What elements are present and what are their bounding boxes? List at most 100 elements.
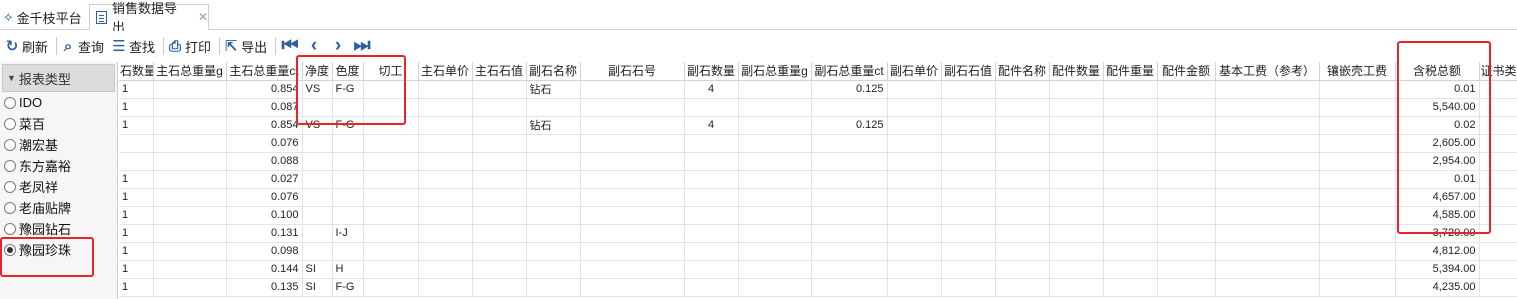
table-cell[interactable] xyxy=(941,152,996,171)
table-row[interactable]: 0.076 2,605.00 xyxy=(119,134,1517,153)
table-cell[interactable] xyxy=(363,170,419,189)
table-cell[interactable] xyxy=(1157,278,1216,297)
table-cell[interactable]: 钻石 xyxy=(526,80,581,99)
table-cell[interactable] xyxy=(1479,278,1517,297)
table-cell[interactable] xyxy=(887,206,942,225)
table-cell[interactable] xyxy=(1157,152,1216,171)
table-cell[interactable] xyxy=(1049,278,1104,297)
column-header[interactable]: 石数量 xyxy=(119,62,154,81)
table-cell[interactable] xyxy=(1479,152,1517,171)
report-type-option[interactable]: 菜百 xyxy=(0,113,117,134)
table-cell[interactable] xyxy=(1215,98,1320,117)
table-cell[interactable] xyxy=(153,152,227,171)
table-cell[interactable]: 5,540.00 xyxy=(1395,98,1480,117)
column-header[interactable]: 含税总额 xyxy=(1395,62,1480,81)
table-cell[interactable] xyxy=(418,260,473,279)
table-cell[interactable] xyxy=(941,224,996,243)
next-page-icon[interactable]: › xyxy=(326,34,350,58)
table-cell[interactable] xyxy=(738,242,812,261)
table-cell[interactable] xyxy=(418,98,473,117)
table-cell[interactable] xyxy=(580,224,685,243)
column-header[interactable]: 副石名称 xyxy=(526,62,581,81)
table-cell[interactable] xyxy=(995,224,1050,243)
table-cell[interactable]: 1 xyxy=(119,80,154,99)
table-cell[interactable] xyxy=(995,188,1050,207)
table-cell[interactable]: 4,585.00 xyxy=(1395,206,1480,225)
table-row[interactable]: 1 0.131 I-J 3,720.00 xyxy=(119,224,1517,243)
table-cell[interactable]: VS xyxy=(302,80,333,99)
table-cell[interactable] xyxy=(811,278,888,297)
table-cell[interactable] xyxy=(995,242,1050,261)
column-header[interactable]: 证书类型 xyxy=(1479,62,1517,81)
table-cell[interactable] xyxy=(941,80,996,99)
table-cell[interactable] xyxy=(153,206,227,225)
table-cell[interactable] xyxy=(580,98,685,117)
radio-icon[interactable] xyxy=(4,201,16,214)
table-cell[interactable]: 0.125 xyxy=(811,116,888,135)
table-cell[interactable] xyxy=(941,170,996,189)
first-page-icon[interactable]: ⏮ xyxy=(278,34,302,58)
table-cell[interactable] xyxy=(1479,242,1517,261)
query-button[interactable]: ⌕ 查询 xyxy=(59,34,108,58)
table-cell[interactable] xyxy=(738,116,812,135)
table-row[interactable]: 1 0.087 5,540.00 xyxy=(119,98,1517,117)
column-header[interactable]: 副石单价 xyxy=(887,62,942,81)
table-cell[interactable] xyxy=(472,116,527,135)
table-cell[interactable] xyxy=(684,260,739,279)
table-cell[interactable]: 4 xyxy=(684,80,739,99)
table-cell[interactable] xyxy=(738,206,812,225)
table-cell[interactable] xyxy=(1215,278,1320,297)
table-cell[interactable] xyxy=(363,98,419,117)
table-cell[interactable]: F-G xyxy=(332,278,364,297)
table-cell[interactable] xyxy=(153,80,227,99)
column-header[interactable]: 主石总重量g xyxy=(153,62,227,81)
table-cell[interactable] xyxy=(302,188,333,207)
table-cell[interactable] xyxy=(1157,206,1216,225)
table-cell[interactable] xyxy=(472,242,527,261)
last-page-icon[interactable]: ⏭ xyxy=(350,34,374,58)
table-cell[interactable] xyxy=(1479,134,1517,153)
table-cell[interactable] xyxy=(153,260,227,279)
table-cell[interactable] xyxy=(738,260,812,279)
table-cell[interactable] xyxy=(738,188,812,207)
table-cell[interactable] xyxy=(995,206,1050,225)
table-cell[interactable] xyxy=(580,206,685,225)
table-cell[interactable] xyxy=(153,116,227,135)
table-cell[interactable]: 0.125 xyxy=(811,80,888,99)
table-cell[interactable] xyxy=(526,170,581,189)
table-cell[interactable] xyxy=(363,242,419,261)
table-cell[interactable] xyxy=(1215,116,1320,135)
table-cell[interactable] xyxy=(1103,134,1158,153)
table-cell[interactable] xyxy=(526,134,581,153)
table-cell[interactable]: 0.131 xyxy=(226,224,303,243)
report-type-option[interactable]: 豫园珍珠 xyxy=(0,239,117,260)
table-cell[interactable] xyxy=(363,116,419,135)
table-cell[interactable]: 0.076 xyxy=(226,188,303,207)
table-cell[interactable] xyxy=(738,80,812,99)
table-cell[interactable] xyxy=(887,98,942,117)
find-button[interactable]: ☰ 查找 xyxy=(110,34,159,58)
table-cell[interactable] xyxy=(153,134,227,153)
table-cell[interactable] xyxy=(153,188,227,207)
radio-icon[interactable] xyxy=(4,222,16,235)
table-cell[interactable] xyxy=(1103,224,1158,243)
table-row[interactable]: 1 0.076 4,657.00 xyxy=(119,188,1517,207)
table-cell[interactable] xyxy=(941,116,996,135)
table-cell[interactable] xyxy=(119,134,154,153)
table-cell[interactable] xyxy=(684,152,739,171)
table-cell[interactable] xyxy=(418,116,473,135)
table-row[interactable]: 1 0.854 VS F-G 钻石 4 0.125 0.02 xyxy=(119,116,1517,135)
table-cell[interactable] xyxy=(302,206,333,225)
table-cell[interactable] xyxy=(1049,260,1104,279)
table-cell[interactable] xyxy=(472,224,527,243)
column-header[interactable]: 主石单价 xyxy=(418,62,473,81)
table-cell[interactable] xyxy=(1319,188,1396,207)
column-header[interactable]: 副石石号 xyxy=(580,62,685,81)
table-cell[interactable] xyxy=(811,188,888,207)
table-cell[interactable] xyxy=(684,188,739,207)
table-cell[interactable] xyxy=(418,206,473,225)
table-cell[interactable] xyxy=(1479,206,1517,225)
table-cell[interactable] xyxy=(580,260,685,279)
table-cell[interactable] xyxy=(1479,260,1517,279)
table-cell[interactable] xyxy=(995,260,1050,279)
